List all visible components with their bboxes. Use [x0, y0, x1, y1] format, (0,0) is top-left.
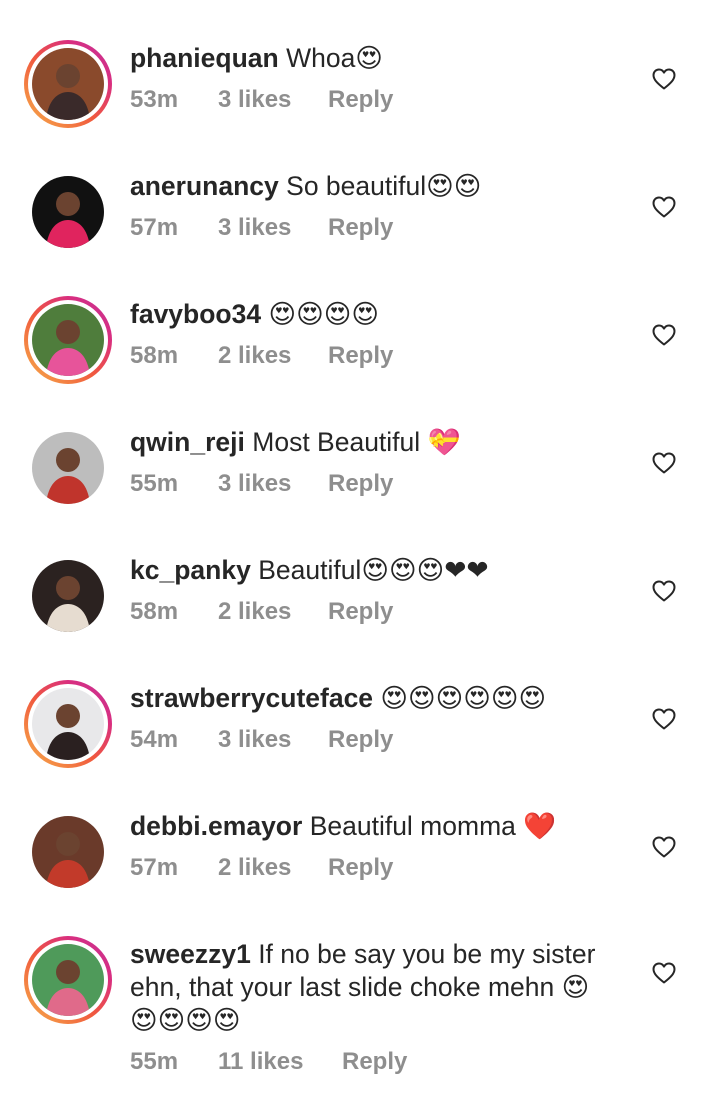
comment-text-block: debbi.emayor Beautiful momma ❤️ 57m 2 like…: [130, 810, 630, 883]
avatar-image: [32, 560, 104, 632]
comment-line: anerunancy So beautiful😍😍: [130, 170, 630, 203]
username-link[interactable]: kc_panky: [130, 555, 251, 585]
comment-meta: 58m 2 likes Reply: [130, 597, 630, 627]
avatar-image: [32, 176, 104, 248]
comment-body: Most Beautiful 💝: [252, 427, 461, 457]
reply-button[interactable]: Reply: [342, 1047, 407, 1077]
avatar-image: [32, 944, 104, 1016]
comment-line: qwin_reji Most Beautiful 💝: [130, 426, 630, 459]
reply-button[interactable]: Reply: [328, 85, 393, 115]
comment-line: sweezzy1 If no be say you be my sister e…: [130, 938, 630, 1004]
reply-button[interactable]: Reply: [328, 469, 393, 499]
avatar-image: [32, 48, 104, 120]
likes-count[interactable]: 2 likes: [218, 597, 328, 627]
reply-button[interactable]: Reply: [328, 341, 393, 371]
timestamp: 58m: [130, 598, 179, 625]
avatar[interactable]: [24, 424, 112, 512]
likes-count[interactable]: 3 likes: [218, 469, 328, 499]
comment-body: So beautiful😍😍: [286, 171, 482, 201]
avatar[interactable]: [24, 168, 112, 256]
comment-body: 😍😍😍😍😍😍: [380, 683, 547, 713]
comment-meta: 54m 3 likes Reply: [130, 725, 630, 755]
comment-body: Beautiful momma ❤️: [309, 811, 557, 841]
avatar[interactable]: [24, 296, 112, 384]
timestamp: 58m: [130, 342, 179, 369]
comment-body: Beautiful😍😍😍❤❤: [258, 555, 489, 585]
comment-body: 😍😍😍😍: [268, 299, 379, 329]
avatar-image: [32, 816, 104, 888]
avatar[interactable]: [24, 40, 112, 128]
avatar[interactable]: [24, 680, 112, 768]
timestamp: 53m: [130, 86, 179, 113]
story-ring: [28, 684, 108, 764]
timestamp: 54m: [130, 726, 179, 753]
comment-meta: 53m 3 likes Reply: [130, 85, 630, 115]
comment-text-block: strawberrycuteface 😍😍😍😍😍😍 54m 3 likes Reply: [130, 682, 630, 755]
likes-count[interactable]: 3 likes: [218, 213, 328, 243]
comment-line: favyboo34 😍😍😍😍: [130, 298, 630, 331]
comment-meta: 55m 11 likes Reply: [130, 1047, 630, 1077]
likes-count[interactable]: 2 likes: [218, 341, 328, 371]
comment-line: phaniequan Whoa😍: [130, 42, 630, 75]
comment-line: strawberrycuteface 😍😍😍😍😍😍: [130, 682, 630, 715]
story-ring: [28, 940, 108, 1020]
username-link[interactable]: strawberrycuteface: [130, 683, 373, 713]
username-link[interactable]: debbi.emayor: [130, 811, 302, 841]
comment-text-block: anerunancy So beautiful😍😍 57m 3 likes Reply: [130, 170, 630, 243]
timestamp: 57m: [130, 214, 179, 241]
avatar-image: [32, 688, 104, 760]
likes-count[interactable]: 3 likes: [218, 85, 328, 115]
username-link[interactable]: phaniequan: [130, 43, 279, 73]
comment-body-continued: 😍😍😍😍: [130, 1005, 241, 1035]
likes-count[interactable]: 11 likes: [218, 1047, 342, 1077]
comment-text-block: phaniequan Whoa😍 53m 3 likes Reply: [130, 42, 630, 115]
reply-button[interactable]: Reply: [328, 213, 393, 243]
comment-body: Whoa😍: [286, 43, 383, 73]
story-ring: [28, 44, 108, 124]
username-link[interactable]: anerunancy: [130, 171, 279, 201]
comment-meta: 58m 2 likes Reply: [130, 341, 630, 371]
comment-list: phaniequan Whoa😍 53m 3 likes Reply anerunanc…: [0, 0, 720, 1093]
avatar[interactable]: [24, 808, 112, 896]
comment-meta: 55m 3 likes Reply: [130, 469, 630, 499]
timestamp: 55m: [130, 1048, 179, 1075]
like-heart-icon[interactable]: [652, 836, 676, 858]
comment-text-block: kc_panky Beautiful😍😍😍❤❤ 58m 2 likes Reply: [130, 554, 630, 627]
username-link[interactable]: qwin_reji: [130, 427, 245, 457]
comment-meta: 57m 2 likes Reply: [130, 853, 630, 883]
reply-button[interactable]: Reply: [328, 853, 393, 883]
username-link[interactable]: sweezzy1: [130, 939, 251, 969]
like-heart-icon[interactable]: [652, 708, 676, 730]
like-heart-icon[interactable]: [652, 962, 676, 984]
story-ring: [28, 300, 108, 380]
like-heart-icon[interactable]: [652, 452, 676, 474]
comment-text-block: qwin_reji Most Beautiful 💝 55m 3 likes Repl…: [130, 426, 630, 499]
like-heart-icon[interactable]: [652, 196, 676, 218]
timestamp: 57m: [130, 854, 179, 881]
likes-count[interactable]: 3 likes: [218, 725, 328, 755]
comment-meta: 57m 3 likes Reply: [130, 213, 630, 243]
like-heart-icon[interactable]: [652, 68, 676, 90]
likes-count[interactable]: 2 likes: [218, 853, 328, 883]
comment-text-block: favyboo34 😍😍😍😍 58m 2 likes Reply: [130, 298, 630, 371]
like-heart-icon[interactable]: [652, 324, 676, 346]
comment-line: kc_panky Beautiful😍😍😍❤❤: [130, 554, 630, 587]
avatar-image: [32, 304, 104, 376]
timestamp: 55m: [130, 470, 179, 497]
reply-button[interactable]: Reply: [328, 725, 393, 755]
comment-text-block: sweezzy1 If no be say you be my sister e…: [130, 938, 630, 1077]
reply-button[interactable]: Reply: [328, 597, 393, 627]
comment-line: debbi.emayor Beautiful momma ❤️: [130, 810, 630, 843]
avatar-image: [32, 432, 104, 504]
avatar[interactable]: [24, 936, 112, 1024]
username-link[interactable]: favyboo34: [130, 299, 261, 329]
avatar[interactable]: [24, 552, 112, 640]
like-heart-icon[interactable]: [652, 580, 676, 602]
